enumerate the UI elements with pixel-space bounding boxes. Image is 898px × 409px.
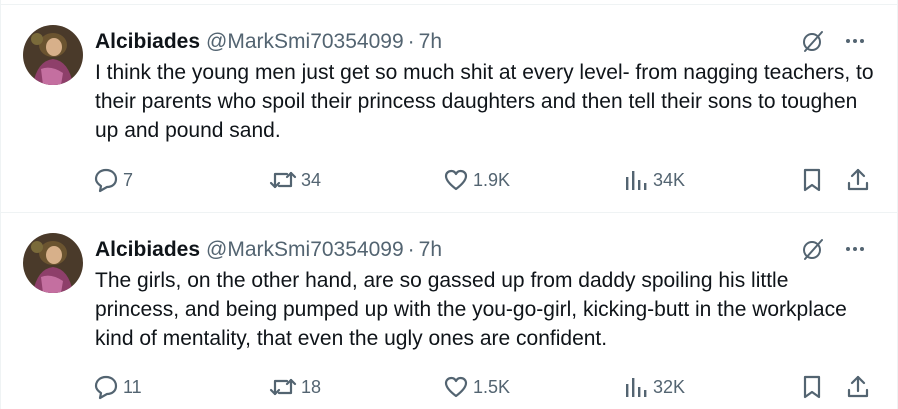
reply-count: 7: [123, 169, 134, 190]
reply-bubble-icon: [93, 167, 119, 193]
like-count: 1.5K: [473, 376, 511, 397]
tweet[interactable]: Alcibiades @MarkSmi70354099 · 7h The gir…: [1, 213, 897, 409]
grok-slash-circle-icon[interactable]: [799, 235, 827, 263]
separator-dot: ·: [407, 238, 415, 261]
views-count: 32K: [653, 376, 686, 397]
tweet-top-actions: [799, 235, 869, 263]
tweet-actions: 7 34 1.9K 34K: [89, 165, 879, 195]
author-handle[interactable]: @MarkSmi70354099: [206, 30, 404, 54]
reply-count: 11: [123, 376, 142, 397]
share-button[interactable]: [845, 372, 871, 402]
share-button[interactable]: [845, 165, 871, 195]
bookmark-button[interactable]: [799, 165, 825, 195]
views-button[interactable]: 32K: [623, 372, 685, 402]
tweet-feed: Alcibiades @MarkSmi70354099 · 7h I think…: [0, 0, 898, 409]
tweet-header: Alcibiades @MarkSmi70354099 · 7h: [95, 27, 442, 57]
views-button[interactable]: 34K: [623, 165, 685, 195]
tweet[interactable]: Alcibiades @MarkSmi70354099 · 7h I think…: [1, 4, 897, 213]
reply-button[interactable]: 7: [93, 165, 133, 195]
tweet-text: I think the young men just get so much s…: [95, 61, 874, 142]
tweet-text: The girls, on the other hand, are so gas…: [95, 269, 847, 350]
bookmark-button[interactable]: [799, 372, 825, 402]
repost-arrows-icon: [269, 374, 297, 400]
views-bars-icon: [623, 374, 649, 400]
heart-icon: [443, 167, 469, 193]
bookmark-icon: [799, 374, 825, 400]
like-button[interactable]: 1.9K: [443, 165, 510, 195]
repost-button[interactable]: 34: [269, 165, 321, 195]
share-upload-icon: [845, 167, 871, 193]
like-count: 1.9K: [473, 169, 511, 190]
share-upload-icon: [845, 374, 871, 400]
tweet-actions: 11 18 1.5K 32K: [89, 372, 879, 402]
views-count: 34K: [653, 169, 686, 190]
grok-slash-circle-icon[interactable]: [799, 27, 827, 55]
repost-arrows-icon: [269, 167, 297, 193]
author-handle[interactable]: @MarkSmi70354099: [206, 238, 404, 262]
reply-bubble-icon: [93, 374, 119, 400]
repost-button[interactable]: 18: [269, 372, 321, 402]
reply-button[interactable]: 11: [93, 372, 142, 402]
separator-dot: ·: [407, 30, 415, 53]
author-name[interactable]: Alcibiades: [95, 238, 200, 262]
author-name[interactable]: Alcibiades: [95, 30, 200, 54]
tweet-top-actions: [799, 27, 869, 55]
tweet-header: Alcibiades @MarkSmi70354099 · 7h: [95, 235, 442, 265]
repost-count: 34: [301, 169, 322, 190]
like-button[interactable]: 1.5K: [443, 372, 510, 402]
views-bars-icon: [623, 167, 649, 193]
bookmark-icon: [799, 167, 825, 193]
heart-icon: [443, 374, 469, 400]
repost-count: 18: [301, 376, 322, 397]
timestamp[interactable]: 7h: [419, 30, 442, 54]
avatar[interactable]: [23, 233, 83, 293]
timestamp[interactable]: 7h: [419, 238, 442, 262]
more-dots-icon[interactable]: [841, 235, 869, 263]
avatar[interactable]: [23, 25, 83, 85]
more-dots-icon[interactable]: [841, 27, 869, 55]
